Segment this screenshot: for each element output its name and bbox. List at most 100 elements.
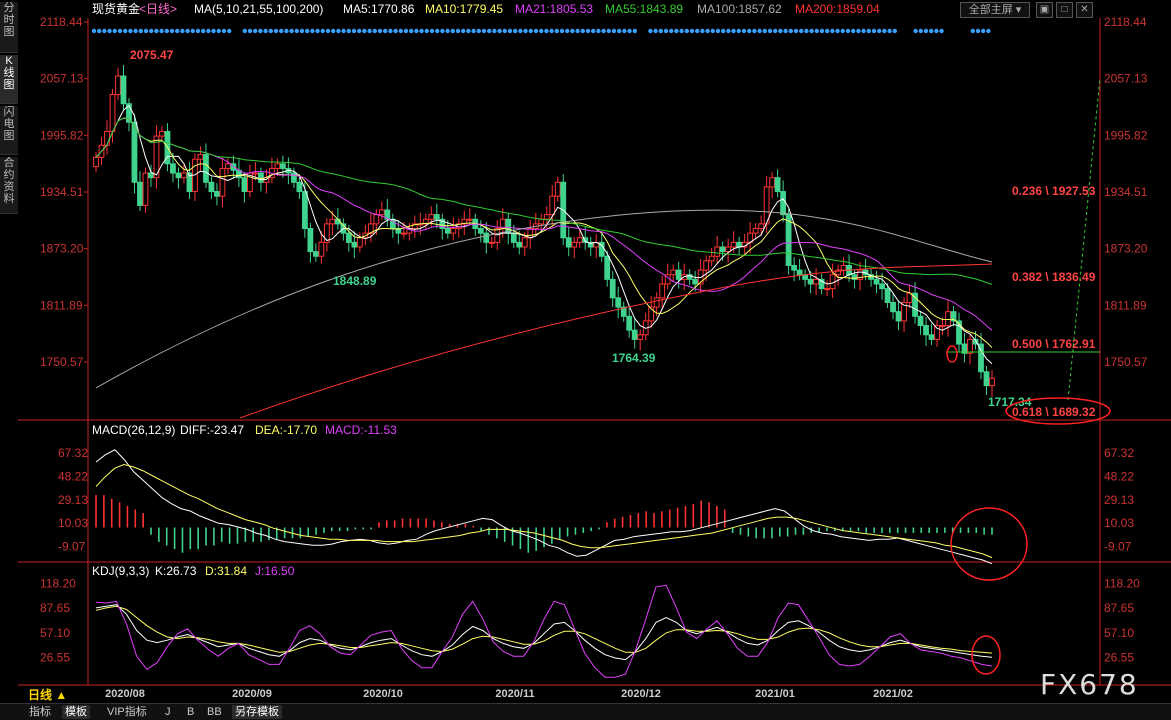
candle-body — [670, 269, 677, 276]
price-tick-left: 1995.82 — [40, 128, 84, 142]
tab-vip-indicator[interactable]: VIP指标 — [104, 705, 150, 719]
ma100-label: MA100:1857.62 — [697, 2, 782, 16]
candle-body — [571, 241, 578, 248]
tab-template[interactable]: 模板 — [62, 705, 90, 719]
candle-body — [703, 260, 710, 271]
kdj-d-line — [95, 605, 993, 654]
event-dot — [747, 28, 752, 34]
event-dot — [112, 28, 118, 34]
event-dot — [939, 28, 944, 34]
event-dot — [97, 28, 102, 34]
event-dot — [596, 28, 601, 34]
ma5-line — [95, 104, 993, 365]
event-dot — [825, 28, 830, 34]
low2-label: 1764.39 — [612, 351, 656, 365]
event-dot — [549, 28, 554, 34]
event-dot — [580, 28, 585, 34]
event-dot — [757, 28, 762, 34]
event-dot — [461, 28, 466, 34]
event-dot — [138, 28, 143, 34]
event-dot — [341, 28, 346, 34]
event-dot — [539, 28, 544, 34]
candle-body — [807, 278, 814, 285]
event-dot — [289, 28, 294, 34]
event-dot — [154, 28, 159, 34]
event-dot — [669, 28, 674, 34]
candle-body — [774, 177, 781, 193]
event-dot — [159, 28, 164, 34]
candle-body — [928, 334, 935, 340]
candle-body — [675, 269, 682, 280]
event-dot — [388, 28, 393, 34]
candle-body — [939, 325, 946, 328]
event-markers — [91, 28, 991, 34]
event-dot — [523, 28, 528, 34]
candle-body — [543, 214, 550, 220]
event-dot — [273, 28, 279, 34]
kdj-label: KDJ(9,3,3) — [92, 564, 149, 578]
event-dot — [565, 28, 570, 34]
event-dot — [91, 28, 97, 34]
candle-body — [653, 297, 660, 308]
event-dot — [258, 28, 263, 34]
candle-body — [208, 181, 215, 193]
candle-body — [307, 228, 314, 253]
candle-body — [538, 218, 545, 225]
event-dot — [809, 28, 814, 34]
ma10-label: MA10:1779.45 — [425, 2, 503, 16]
candle-body — [527, 228, 534, 239]
event-dot — [435, 28, 440, 34]
macd-circle — [950, 507, 1028, 581]
high-label: 2075.47 — [130, 48, 174, 62]
event-dot — [242, 28, 247, 34]
event-dot — [206, 28, 211, 34]
price-tick-right: 1934.51 — [1104, 185, 1148, 199]
event-dot — [471, 28, 476, 34]
tab-j[interactable]: J — [162, 705, 174, 719]
event-dot — [799, 28, 804, 34]
event-dot — [487, 28, 492, 34]
event-dot — [804, 28, 809, 34]
event-dot — [377, 28, 383, 34]
price-tick-left: 1873.20 — [40, 242, 84, 256]
event-dot — [497, 28, 502, 34]
event-dot — [611, 28, 617, 34]
event-dot — [767, 28, 773, 34]
candle-body — [400, 232, 407, 235]
event-dot — [617, 28, 622, 34]
candle-body — [373, 214, 380, 225]
event-dot — [357, 28, 362, 34]
event-dot — [107, 28, 112, 34]
ma-lines — [95, 104, 993, 419]
event-dot — [351, 28, 357, 34]
event-dot — [632, 28, 637, 34]
event-dot — [128, 28, 133, 34]
tab-indicator[interactable]: 指标 — [26, 705, 54, 719]
candle-body — [912, 292, 918, 317]
candle-body — [890, 301, 896, 313]
price-tick-left: 2057.13 — [40, 72, 84, 86]
tab-b[interactable]: B — [184, 705, 197, 719]
period-button[interactable]: 日线 ▲ — [28, 686, 67, 703]
macd-tick-right: -9.07 — [1104, 540, 1132, 554]
candle-body — [752, 228, 759, 234]
candle-body — [329, 218, 336, 225]
tab-save-template[interactable]: 另存模板 — [232, 705, 282, 719]
candle-body — [967, 338, 973, 354]
ma5-label: MA5:1770.86 — [343, 2, 415, 16]
event-dot — [481, 28, 487, 34]
event-dot — [986, 28, 991, 34]
event-dot — [502, 28, 507, 34]
macd-tick-left: 67.32 — [58, 446, 88, 460]
candle-body — [142, 172, 149, 206]
candle-body — [708, 255, 715, 262]
event-dot — [180, 28, 185, 34]
event-dot — [227, 28, 232, 34]
event-dot — [606, 28, 611, 34]
event-dot — [689, 28, 695, 34]
tab-bb[interactable]: BB — [204, 705, 225, 719]
event-dot — [877, 28, 882, 34]
event-dot — [918, 28, 923, 34]
event-dot — [102, 28, 107, 34]
event-dot — [383, 28, 388, 34]
